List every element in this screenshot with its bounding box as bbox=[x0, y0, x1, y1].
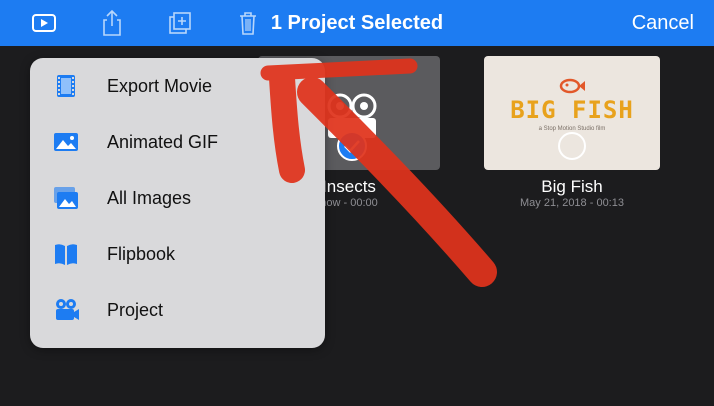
menu-item-animated-gif[interactable]: Animated GIF bbox=[30, 114, 325, 170]
bigfish-logo-text: BIG FISH bbox=[510, 96, 634, 124]
menu-item-label: Flipbook bbox=[107, 244, 176, 264]
top-toolbar: 1 Project Selected Cancel bbox=[0, 0, 714, 46]
video-camera-icon bbox=[52, 296, 80, 324]
film-icon bbox=[52, 72, 80, 100]
project-name-bigfish: Big Fish bbox=[541, 177, 603, 196]
menu-item-project[interactable]: Project bbox=[30, 282, 325, 338]
menu-item-label: All Images bbox=[107, 188, 192, 208]
image-icon bbox=[52, 128, 80, 156]
menu-item-flipbook[interactable]: Flipbook bbox=[30, 226, 325, 282]
menu-item-export-movie[interactable]: Export Movie bbox=[30, 58, 325, 114]
page-title: 1 Project Selected bbox=[270, 12, 444, 34]
share-menu-popover: Export Movie Animated GIF All Images Fli… bbox=[30, 58, 325, 348]
bigfish-tagline: a Stop Motion Studio film bbox=[538, 126, 606, 132]
menu-item-all-images[interactable]: All Images bbox=[30, 170, 325, 226]
menu-item-label: Animated GIF bbox=[107, 132, 219, 152]
cancel-button[interactable]: Cancel bbox=[632, 0, 694, 46]
images-icon bbox=[52, 184, 80, 212]
book-icon bbox=[52, 240, 80, 268]
project-date-bigfish: May 21, 2018 - 00:13 bbox=[520, 197, 624, 209]
project-thumbnail-bigfish[interactable]: BIG FISH a Stop Motion Studio film bbox=[484, 56, 660, 170]
menu-item-label: Project bbox=[107, 300, 164, 320]
menu-item-label: Export Movie bbox=[107, 76, 213, 96]
